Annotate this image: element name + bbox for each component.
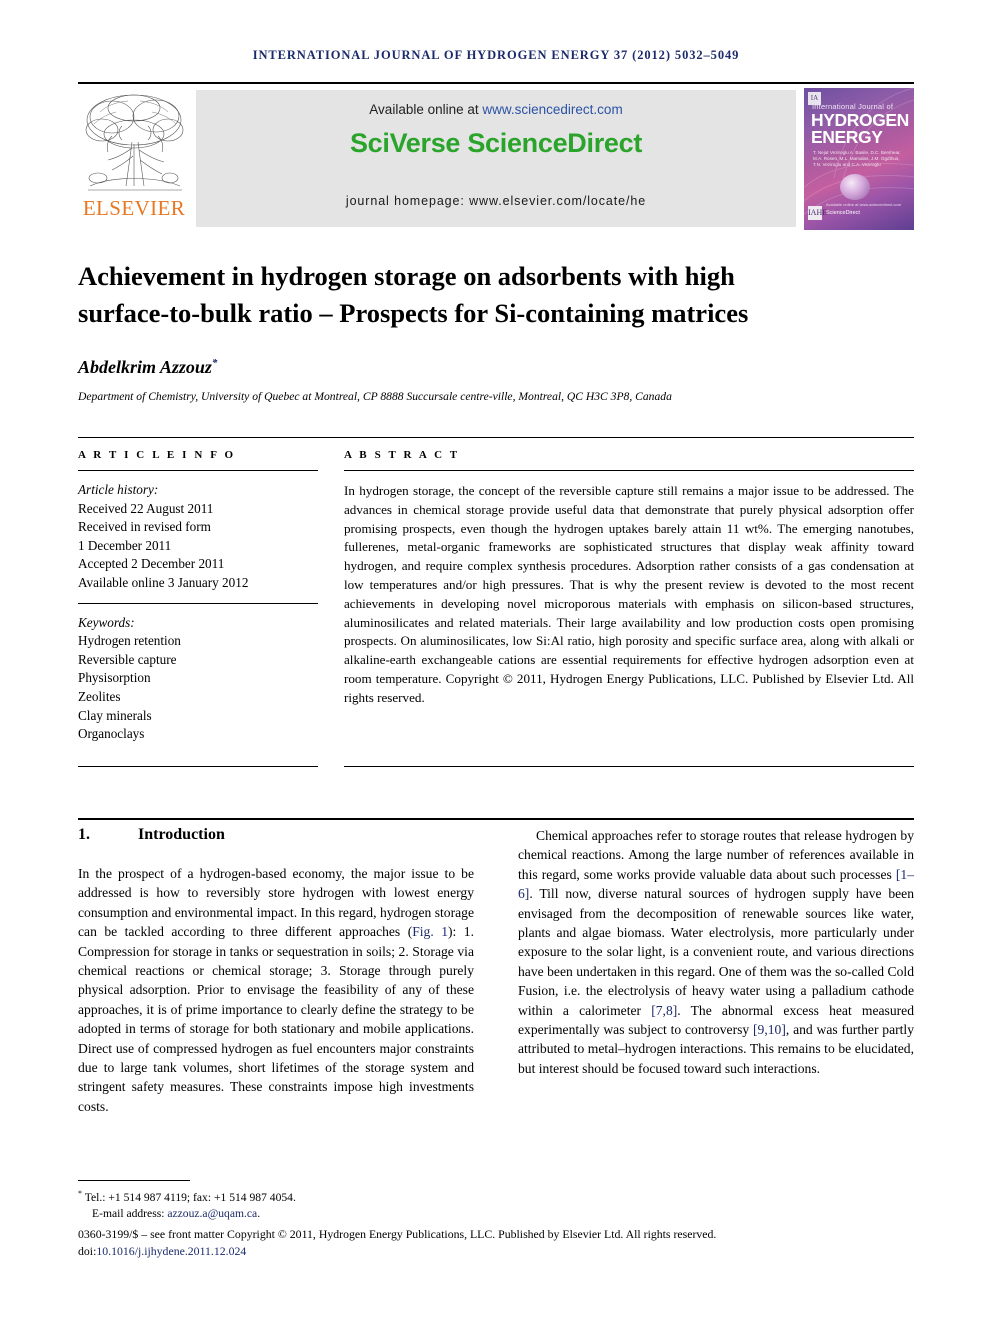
history-item: Received in revised form: [78, 519, 211, 535]
sciencedirect-band: Available online at www.sciencedirect.co…: [196, 90, 796, 227]
keyword-item: Hydrogen retention: [78, 633, 181, 649]
article-title-line-2: surface-to-bulk ratio – Prospects for Si…: [78, 298, 749, 328]
available-online-prefix: Available online at: [369, 102, 483, 117]
author-affiliation: Department of Chemistry, University of Q…: [78, 390, 672, 403]
abstract-heading: A B S T R A C T: [344, 449, 460, 461]
citation-link-7-8[interactable]: [7,8]: [651, 1003, 677, 1018]
running-head: INTERNATIONAL JOURNAL OF HYDROGEN ENERGY…: [252, 48, 740, 62]
intro-text-part-2: ): 1. Compression for storage in tanks o…: [78, 924, 474, 1114]
keyword-item: Clay minerals: [78, 707, 152, 723]
intro-paragraph-left: In the prospect of a hydrogen-based econ…: [78, 864, 474, 1116]
footnote-email-line: E-mail address: azzouz.a@uqam.ca.: [78, 1206, 914, 1223]
email-period: .: [257, 1207, 261, 1221]
section-heading-introduction: 1. Introduction: [78, 826, 474, 844]
article-history-label: Article history:: [78, 482, 159, 497]
chem-text-part-1: Chemical approaches refer to storage rou…: [518, 828, 914, 882]
footnote-block: * Tel.: +1 514 987 4119; fax: +1 514 987…: [78, 1186, 914, 1223]
sciverse-sciencedirect-logo[interactable]: SciVerse ScienceDirect: [196, 128, 796, 159]
available-online-line: Available online at www.sciencedirect.co…: [196, 102, 796, 117]
elsevier-wordmark: ELSEVIER: [82, 196, 186, 220]
keyword-item: Reversible capture: [78, 651, 177, 667]
elsevier-tree-icon: [85, 94, 184, 191]
article-history-block: Article history: Received 22 August 2011…: [78, 471, 318, 603]
email-link[interactable]: azzouz.a@uqam.ca: [167, 1207, 257, 1220]
footnote-tel-line: * Tel.: +1 514 987 4119; fax: +1 514 987…: [78, 1186, 914, 1206]
sciencedirect-url[interactable]: www.sciencedirect.com: [482, 102, 622, 117]
header-divider: [78, 82, 914, 84]
abstract-column: A B S T R A C T In hydrogen storage, the…: [344, 449, 914, 718]
doi-link[interactable]: 10.1016/j.ijhydene.2011.12.024: [96, 1244, 246, 1258]
author-footnote-marker[interactable]: *: [212, 357, 218, 369]
article-info-column: A R T I C L E I N F O Article history: R…: [78, 449, 318, 754]
keyword-item: Physisorption: [78, 670, 151, 686]
intro-paragraph-right: Chemical approaches refer to storage rou…: [518, 826, 914, 1078]
section-number: 1.: [78, 826, 90, 843]
journal-homepage-line[interactable]: journal homepage: www.elsevier.com/locat…: [196, 194, 796, 208]
footnote-tel-text: Tel.: +1 514 987 4119; fax: +1 514 987 4…: [84, 1190, 296, 1204]
cover-sciencedirect-note: Available online at www.sciencedirect.co…: [826, 202, 902, 207]
author-name: Abdelkrim Azzouz*: [78, 357, 914, 378]
section-title: Introduction: [138, 826, 225, 843]
keywords-block: Keywords: Hydrogen retention Reversible …: [78, 604, 318, 754]
abstract-text: In hydrogen storage, the concept of the …: [344, 483, 914, 705]
doi-label: doi:: [78, 1244, 97, 1258]
keywords-label: Keywords:: [78, 614, 135, 630]
keyword-item: Organoclays: [78, 726, 145, 742]
footnote-marker: *: [78, 1189, 82, 1198]
imprint-block: 0360-3199/$ – see front matter Copyright…: [78, 1226, 914, 1260]
figure-reference-link[interactable]: Fig. 1: [412, 924, 448, 939]
body-top-divider: [78, 818, 914, 820]
article-title-line-1: Achievement in hydrogen storage on adsor…: [78, 261, 735, 291]
author-name-text: Abdelkrim Azzouz: [78, 357, 212, 377]
journal-cover-thumbnail[interactable]: IA International Journal of HYDROGEN ENE…: [804, 88, 914, 230]
masthead-banner: ELSEVIER Available online at www.science…: [78, 88, 914, 230]
journal-article-page: INTERNATIONAL JOURNAL OF HYDROGEN ENERGY…: [0, 0, 992, 1323]
footnote-divider: [78, 1180, 190, 1181]
citation-link-9-10[interactable]: [9,10]: [753, 1022, 786, 1037]
history-item: Received 22 August 2011: [78, 500, 214, 516]
abstract-bottom-divider: [344, 766, 914, 767]
issn-copyright-line: 0360-3199/$ – see front matter Copyright…: [78, 1227, 717, 1241]
article-info-heading: A R T I C L E I N F O: [78, 449, 236, 461]
history-item: 1 December 2011: [78, 537, 172, 553]
chem-text-part-2: . Till now, diverse natural sources of h…: [518, 886, 914, 1018]
cover-title-line-2: ENERGY: [811, 127, 883, 147]
cover-orb-icon: [840, 174, 870, 200]
cover-badge-bottom-left: IAHE: [808, 206, 827, 220]
info-section-top-divider: [78, 437, 914, 438]
cover-sciencedirect-mark: ScienceDirect: [826, 210, 860, 216]
history-item: Available online 3 January 2012: [78, 574, 249, 590]
info-section-bottom-divider: [78, 766, 318, 767]
article-title: Achievement in hydrogen storage on adsor…: [78, 258, 914, 332]
cover-editors: T. Nejat Veziroglu A. Basile, D.C. Bersh…: [813, 150, 901, 168]
elsevier-logo[interactable]: ELSEVIER: [78, 88, 190, 230]
email-label: E-mail address:: [92, 1207, 168, 1221]
body-right-column: Chemical approaches refer to storage rou…: [518, 826, 914, 1078]
history-item: Accepted 2 December 2011: [78, 556, 225, 572]
keyword-item: Zeolites: [78, 688, 121, 704]
body-left-column: 1. Introduction In the prospect of a hydr…: [78, 826, 474, 1116]
doi-line: doi:10.1016/j.ijhydene.2011.12.024: [78, 1243, 914, 1260]
